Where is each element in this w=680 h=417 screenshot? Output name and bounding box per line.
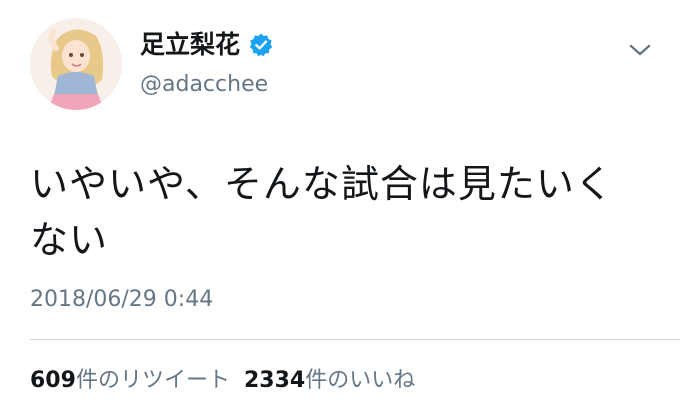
- retweets-label: 件のリツイート: [75, 368, 230, 393]
- tweet-timestamp[interactable]: 2018/06/29 0:44: [30, 286, 213, 314]
- avatar[interactable]: [30, 18, 122, 110]
- chevron-down-icon[interactable]: [626, 40, 654, 60]
- tweet-card: 足立梨花 @adacchee いやいや、そんな試合は見たいくない 2018/06…: [0, 0, 680, 417]
- verified-badge-icon: [248, 32, 274, 58]
- user-handle[interactable]: @adacchee: [140, 72, 268, 98]
- likes-count: 2334: [243, 368, 306, 393]
- likes-label: 件のいいね: [305, 368, 416, 393]
- retweets-count: 609: [30, 368, 76, 393]
- likes-stat[interactable]: 2334件のいいね: [244, 368, 415, 393]
- display-name[interactable]: 足立梨花: [140, 30, 274, 60]
- avatar-illustration-icon: [30, 18, 122, 110]
- tweet-text: いやいや、そんな試合は見たいくない: [30, 162, 614, 262]
- divider: [30, 339, 680, 340]
- tweet-stats: 609件のリツイート 2334件のいいね: [30, 367, 415, 395]
- display-name-text: 足立梨花: [140, 30, 241, 59]
- retweets-stat[interactable]: 609件のリツイート: [30, 368, 230, 393]
